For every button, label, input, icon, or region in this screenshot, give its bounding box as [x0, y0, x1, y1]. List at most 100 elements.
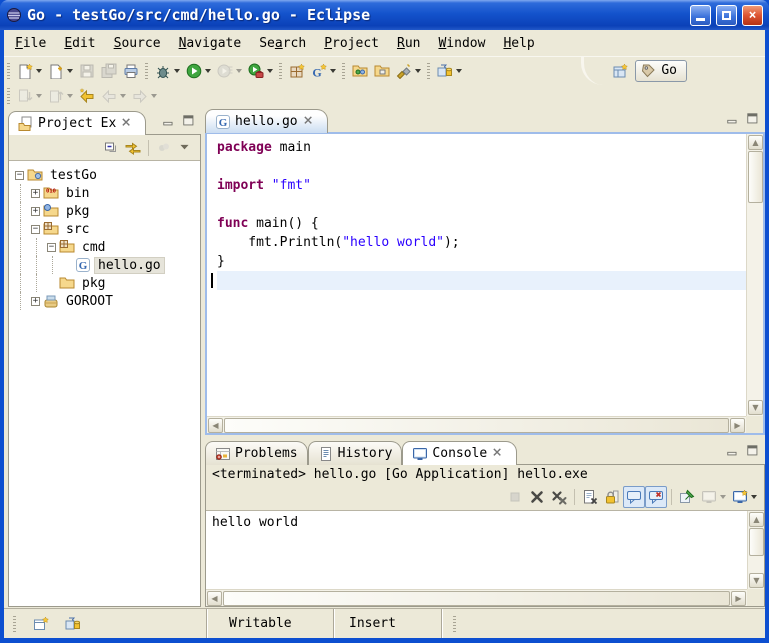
collapse-expander-icon[interactable]: − — [31, 225, 40, 234]
tree-item-bin[interactable]: +010bin — [9, 184, 200, 202]
remove-all-terminated-button[interactable] — [548, 486, 570, 508]
expand-expander-icon[interactable]: + — [31, 297, 40, 306]
open-console-button[interactable] — [729, 486, 760, 508]
toolbar-group-handle[interactable] — [279, 63, 282, 79]
console-horizontal-scrollbar[interactable]: ◀▶ — [206, 589, 747, 606]
dropdown-arrow-icon[interactable] — [267, 69, 273, 73]
scrollbar-thumb[interactable] — [748, 151, 763, 203]
tab-problems[interactable]: Problems — [205, 441, 308, 465]
tab-project-explorer[interactable]: Project Ex — [8, 111, 146, 135]
dropdown-arrow-icon[interactable] — [67, 69, 73, 73]
new-project-button[interactable] — [286, 60, 308, 82]
open-resource-button[interactable] — [371, 60, 393, 82]
close-icon[interactable] — [120, 116, 136, 132]
dropdown-arrow-icon[interactable] — [205, 69, 211, 73]
scroll-down-button[interactable]: ▼ — [748, 400, 763, 415]
scroll-left-button[interactable]: ◀ — [208, 418, 223, 433]
dropdown-arrow-icon[interactable] — [174, 69, 180, 73]
scroll-lock-button[interactable] — [601, 486, 623, 508]
collapse-expander-icon[interactable]: − — [47, 243, 56, 252]
dropdown-arrow-icon[interactable] — [330, 69, 336, 73]
scroll-right-button[interactable]: ▶ — [731, 591, 746, 606]
expand-expander-icon[interactable]: + — [31, 207, 40, 216]
scrollbar-thumb[interactable] — [224, 418, 729, 433]
link-with-editor-button[interactable] — [122, 137, 144, 159]
menu-window[interactable]: Window — [429, 33, 494, 54]
open-perspective-button[interactable] — [609, 60, 631, 82]
dropdown-arrow-icon[interactable] — [36, 69, 42, 73]
launch-config-button[interactable] — [434, 60, 465, 82]
menu-navigate[interactable]: Navigate — [170, 33, 251, 54]
console-vertical-scrollbar[interactable]: ▲▼ — [747, 511, 764, 589]
toolbar-group-handle[interactable] — [342, 63, 345, 79]
maximize-view-button[interactable] — [745, 112, 762, 128]
tree-item-goroot[interactable]: +GOROOT — [9, 292, 200, 310]
toolbar-group-handle[interactable] — [7, 88, 10, 104]
dropdown-arrow-icon[interactable] — [751, 495, 757, 499]
scroll-right-button[interactable]: ▶ — [730, 418, 745, 433]
external-tools-button[interactable] — [245, 60, 276, 82]
tree-item-pkg[interactable]: +pkg — [9, 202, 200, 220]
collapse-all-button[interactable] — [100, 137, 122, 159]
maximize-view-button[interactable] — [181, 114, 198, 130]
maximize-button[interactable] — [716, 5, 737, 26]
scroll-down-button[interactable]: ▼ — [749, 573, 764, 588]
new-file-button[interactable] — [45, 60, 76, 82]
tree-item-cmd[interactable]: −cmd — [9, 238, 200, 256]
toolbar-group-handle[interactable] — [427, 63, 430, 79]
minimize-button[interactable] — [690, 5, 711, 26]
clear-console-button[interactable] — [579, 486, 601, 508]
editor-vertical-scrollbar[interactable]: ▲▼ — [746, 134, 763, 416]
editor-horizontal-scrollbar[interactable]: ◀▶ — [207, 416, 746, 433]
show-stderr-button[interactable] — [645, 486, 667, 508]
scroll-up-button[interactable]: ▲ — [749, 512, 764, 527]
tab-hello-go[interactable]: G hello.go — [205, 109, 328, 133]
minimize-view-button[interactable] — [161, 114, 178, 130]
search-button[interactable] — [393, 60, 424, 82]
new-go-element-button[interactable]: G — [308, 60, 339, 82]
tree-item-hello-go[interactable]: Ghello.go — [9, 256, 200, 274]
close-icon[interactable] — [302, 114, 318, 130]
minimize-view-button[interactable] — [725, 112, 742, 128]
close-button[interactable]: × — [742, 5, 763, 26]
minimize-view-button[interactable] — [725, 444, 742, 460]
run-button[interactable] — [183, 60, 214, 82]
scrollbar-thumb[interactable] — [749, 528, 764, 556]
tree-item-pkg[interactable]: pkg — [9, 274, 200, 292]
scroll-left-button[interactable]: ◀ — [207, 591, 222, 606]
dropdown-arrow-icon[interactable] — [456, 69, 462, 73]
launch-shortcut-button[interactable] — [62, 613, 84, 635]
title-bar[interactable]: Go - testGo/src/cmd/hello.go - Eclipse × — [0, 0, 769, 30]
dropdown-arrow-icon[interactable] — [415, 69, 421, 73]
tab-console[interactable]: Console — [402, 441, 517, 465]
tab-history[interactable]: History — [308, 441, 403, 465]
toolbar-group-handle[interactable] — [145, 63, 148, 79]
perspective-go-button[interactable]: Go — [635, 60, 687, 82]
open-type-button[interactable] — [349, 60, 371, 82]
close-icon[interactable] — [491, 446, 507, 462]
menu-source[interactable]: Source — [105, 33, 170, 54]
scroll-up-button[interactable]: ▲ — [748, 135, 763, 150]
view-menu-button[interactable] — [175, 137, 197, 159]
expand-expander-icon[interactable]: + — [31, 189, 40, 198]
pin-console-button[interactable] — [676, 486, 698, 508]
menu-file[interactable]: File — [6, 33, 55, 54]
menu-run[interactable]: Run — [388, 33, 429, 54]
project-tree[interactable]: −testGo+010bin+pkg−src−cmdGhello.gopkg+G… — [9, 160, 200, 606]
menu-edit[interactable]: Edit — [55, 33, 104, 54]
code-editor[interactable]: package main import "fmt" func main() { … — [207, 134, 746, 416]
collapse-expander-icon[interactable]: − — [15, 171, 24, 180]
debug-button[interactable] — [152, 60, 183, 82]
toolbar-group-handle[interactable] — [7, 63, 10, 79]
tree-item-testgo[interactable]: −testGo — [9, 166, 200, 184]
console-output[interactable]: hello world ▲▼ ◀▶ — [206, 510, 764, 606]
last-edit-location-button[interactable] — [76, 85, 98, 107]
menu-search[interactable]: Search — [250, 33, 315, 54]
new-button[interactable] — [14, 60, 45, 82]
maximize-view-button[interactable] — [745, 444, 762, 460]
fast-view-button[interactable] — [30, 613, 52, 635]
menu-project[interactable]: Project — [315, 33, 388, 54]
scrollbar-thumb[interactable] — [223, 591, 730, 606]
remove-launch-button[interactable] — [526, 486, 548, 508]
menu-help[interactable]: Help — [494, 33, 543, 54]
